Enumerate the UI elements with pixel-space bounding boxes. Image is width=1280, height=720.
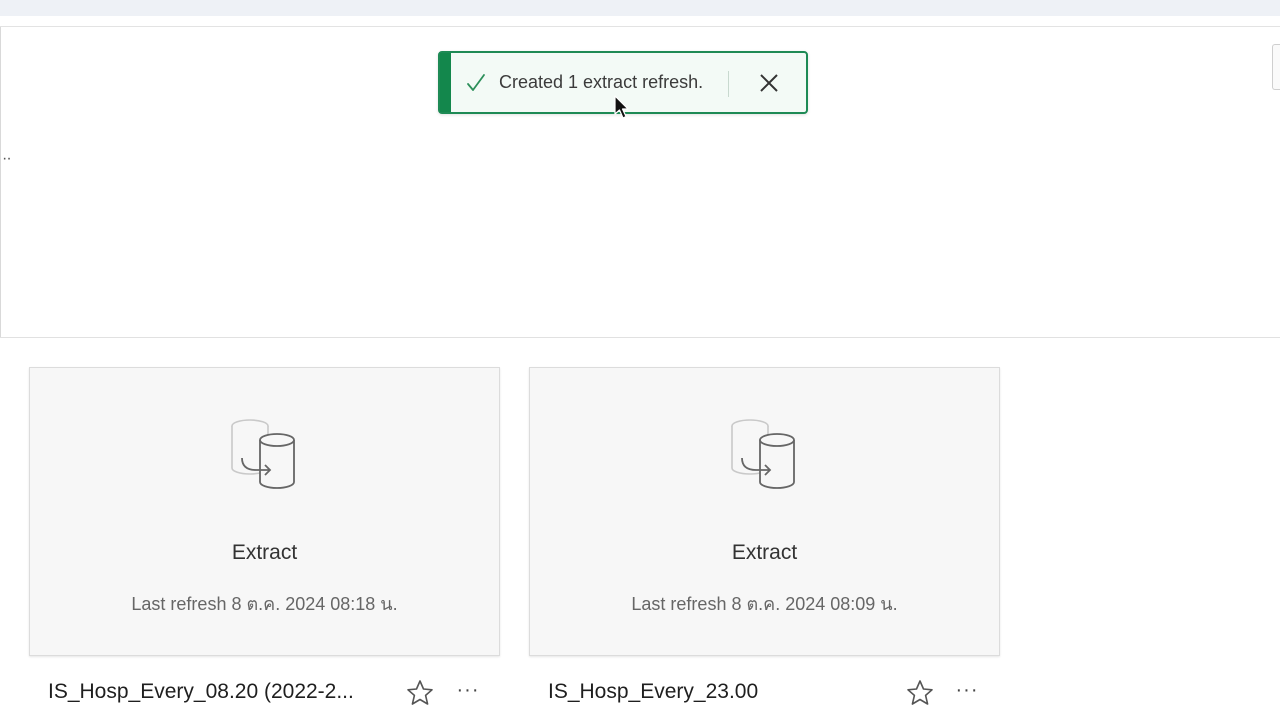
extract-database-icon bbox=[231, 419, 295, 489]
card-type-label: Extract bbox=[731, 541, 798, 564]
more-actions-icon[interactable]: ··· bbox=[454, 680, 482, 706]
extract-database-icon bbox=[731, 419, 795, 489]
top-bar bbox=[0, 0, 1280, 16]
last-refresh-text: Last refresh 8 ต.ค. 2024 08:18 น. bbox=[131, 594, 398, 614]
section-divider bbox=[0, 337, 1280, 338]
toast-separator bbox=[728, 71, 729, 97]
close-icon[interactable] bbox=[756, 70, 782, 96]
toast-message: Created 1 extract refresh. bbox=[499, 72, 704, 92]
toast-accent-bar bbox=[440, 53, 451, 112]
favorite-star-icon[interactable] bbox=[405, 678, 435, 708]
left-panel-edge bbox=[0, 27, 1, 337]
last-refresh-text: Last refresh 8 ต.ค. 2024 08:09 น. bbox=[631, 594, 898, 614]
check-icon bbox=[467, 74, 485, 91]
card-title[interactable]: IS_Hosp_Every_08.20 (2022-2... bbox=[48, 680, 354, 704]
favorite-star-icon[interactable] bbox=[905, 678, 935, 708]
scrollbar-handle[interactable] bbox=[1272, 44, 1280, 90]
card-type-label: Extract bbox=[231, 541, 298, 564]
mouse-cursor-icon bbox=[614, 95, 629, 119]
extract-card[interactable]: Extract Last refresh 8 ต.ค. 2024 08:09 น… bbox=[529, 367, 1000, 656]
collapsed-menu-icon[interactable]: ·· bbox=[2, 150, 12, 168]
header-divider bbox=[0, 26, 1280, 27]
more-actions-icon[interactable]: ··· bbox=[953, 680, 981, 706]
card-title[interactable]: IS_Hosp_Every_23.00 bbox=[548, 680, 758, 704]
extract-card[interactable]: Extract Last refresh 8 ต.ค. 2024 08:18 น… bbox=[29, 367, 500, 656]
